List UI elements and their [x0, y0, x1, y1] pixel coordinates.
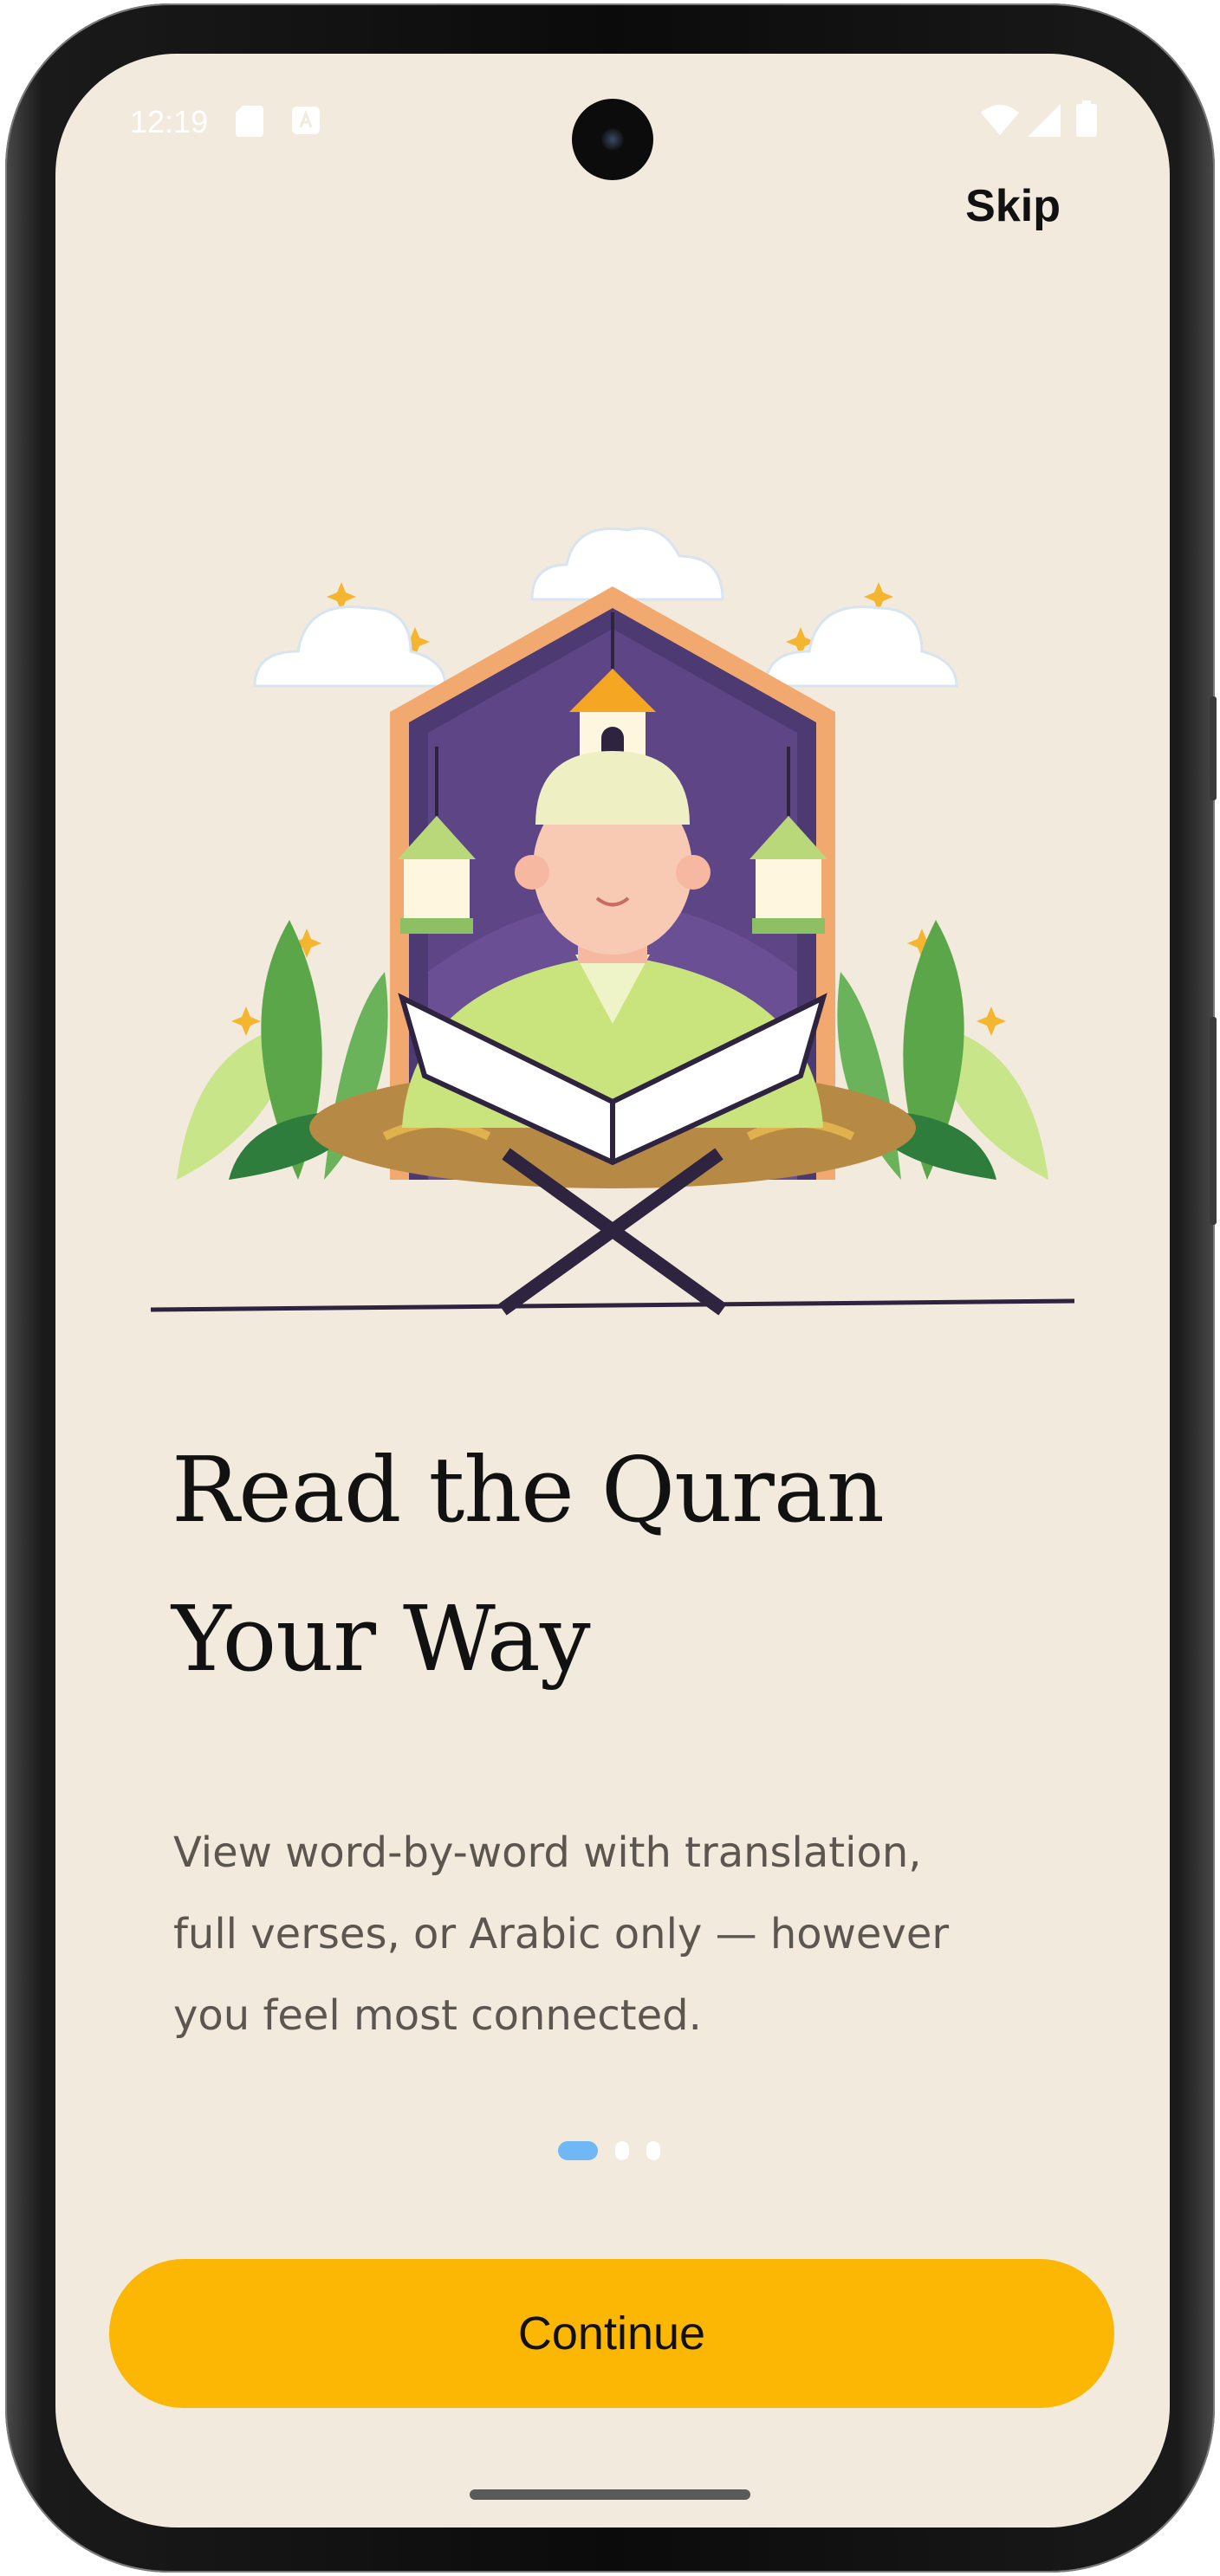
onboarding-description: View word-by-word with translation, full…	[173, 1812, 1092, 2056]
title-line: Your Way	[172, 1586, 591, 1692]
page-dot[interactable]	[646, 2141, 660, 2160]
power-button	[1210, 696, 1217, 800]
title-line: Read the Quran	[172, 1437, 885, 1543]
phone-frame: 12:19 Skip Read the Quran Your Way View …	[5, 3, 1217, 2573]
onboarding-title: Read the Quran Your Way	[172, 1415, 1090, 1713]
battery-icon	[1076, 100, 1097, 140]
home-indicator[interactable]	[470, 2489, 750, 2500]
front-camera	[572, 99, 653, 180]
skip-button[interactable]: Skip	[965, 180, 1061, 232]
page-dot-active[interactable]	[558, 2141, 598, 2160]
app-notification-icon	[291, 106, 321, 139]
page-dot[interactable]	[615, 2141, 629, 2160]
onboarding-illustration	[150, 527, 1075, 1316]
app-screen: 12:19 Skip Read the Quran Your Way View …	[55, 54, 1170, 2527]
wifi-icon	[981, 104, 1019, 139]
description-line: full verses, or Arabic only — however	[173, 1910, 950, 1958]
description-line: View word-by-word with translation,	[173, 1828, 922, 1877]
sd-card-icon	[236, 106, 263, 140]
volume-button	[1210, 1017, 1217, 1225]
continue-button[interactable]: Continue	[109, 2259, 1114, 2408]
signal-icon	[1028, 104, 1061, 140]
description-line: you feel most connected.	[173, 1991, 702, 2040]
status-time: 12:19	[130, 104, 209, 139]
